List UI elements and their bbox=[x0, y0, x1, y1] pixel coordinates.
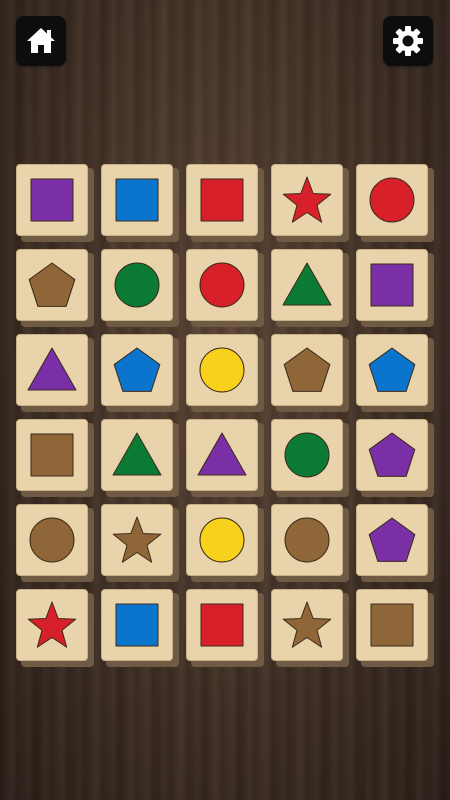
tile-face bbox=[16, 589, 88, 661]
tile-face bbox=[356, 504, 428, 576]
tile-face bbox=[101, 334, 173, 406]
pentagon-icon bbox=[368, 432, 416, 477]
circle-icon bbox=[284, 517, 330, 563]
tile-face bbox=[186, 164, 258, 236]
tile-brown-star[interactable] bbox=[271, 589, 349, 667]
circle-icon bbox=[114, 262, 160, 308]
tile-face bbox=[356, 334, 428, 406]
tile-face bbox=[356, 164, 428, 236]
tile-face bbox=[101, 589, 173, 661]
tile-green-triangle[interactable] bbox=[101, 419, 179, 497]
tile-face bbox=[101, 419, 173, 491]
tile-blue-pentagon[interactable] bbox=[356, 334, 434, 412]
tile-face bbox=[16, 504, 88, 576]
square-icon bbox=[200, 178, 244, 222]
tile-face bbox=[16, 334, 88, 406]
tile-face bbox=[356, 249, 428, 321]
tile-face bbox=[16, 164, 88, 236]
tile-red-circle[interactable] bbox=[356, 164, 434, 242]
tile-red-square[interactable] bbox=[186, 589, 264, 667]
tile-board bbox=[16, 164, 436, 669]
tile-red-circle[interactable] bbox=[186, 249, 264, 327]
tile-green-triangle[interactable] bbox=[271, 249, 349, 327]
tile-face bbox=[186, 504, 258, 576]
pentagon-icon bbox=[28, 262, 76, 307]
gear-icon bbox=[393, 26, 423, 56]
tile-face bbox=[16, 419, 88, 491]
pentagon-icon bbox=[368, 517, 416, 562]
tile-face bbox=[101, 249, 173, 321]
home-icon bbox=[27, 28, 55, 53]
circle-icon bbox=[199, 347, 245, 393]
tile-face bbox=[356, 419, 428, 491]
pentagon-icon bbox=[368, 347, 416, 392]
circle-icon bbox=[29, 517, 75, 563]
tile-face bbox=[271, 164, 343, 236]
tile-brown-pentagon[interactable] bbox=[16, 249, 94, 327]
tile-face bbox=[16, 249, 88, 321]
tile-purple-triangle[interactable] bbox=[16, 334, 94, 412]
tile-face bbox=[271, 589, 343, 661]
square-icon bbox=[30, 433, 74, 477]
triangle-icon bbox=[27, 347, 77, 391]
tile-brown-square[interactable] bbox=[356, 589, 434, 667]
tile-purple-square[interactable] bbox=[16, 164, 94, 242]
tile-yellow-circle[interactable] bbox=[186, 334, 264, 412]
tile-brown-star[interactable] bbox=[101, 504, 179, 582]
tile-face bbox=[186, 249, 258, 321]
star-icon bbox=[112, 516, 162, 563]
tile-face bbox=[356, 589, 428, 661]
tile-face bbox=[271, 504, 343, 576]
star-icon bbox=[282, 176, 332, 223]
tile-green-circle[interactable] bbox=[271, 419, 349, 497]
home-button[interactable] bbox=[16, 16, 66, 66]
pentagon-icon bbox=[283, 347, 331, 392]
tile-brown-square[interactable] bbox=[16, 419, 94, 497]
settings-button[interactable] bbox=[383, 16, 433, 66]
square-icon bbox=[115, 178, 159, 222]
square-icon bbox=[200, 603, 244, 647]
tile-red-star[interactable] bbox=[16, 589, 94, 667]
pentagon-icon bbox=[113, 347, 161, 392]
tile-purple-pentagon[interactable] bbox=[356, 419, 434, 497]
tile-face bbox=[186, 419, 258, 491]
tile-green-circle[interactable] bbox=[101, 249, 179, 327]
tile-blue-pentagon[interactable] bbox=[101, 334, 179, 412]
tile-brown-circle[interactable] bbox=[271, 504, 349, 582]
circle-icon bbox=[199, 262, 245, 308]
tile-red-square[interactable] bbox=[186, 164, 264, 242]
tile-purple-pentagon[interactable] bbox=[356, 504, 434, 582]
tile-face bbox=[186, 334, 258, 406]
tile-brown-circle[interactable] bbox=[16, 504, 94, 582]
tile-yellow-circle[interactable] bbox=[186, 504, 264, 582]
tile-face bbox=[271, 334, 343, 406]
triangle-icon bbox=[282, 262, 332, 306]
square-icon bbox=[370, 603, 414, 647]
triangle-icon bbox=[112, 432, 162, 476]
square-icon bbox=[370, 263, 414, 307]
tile-brown-pentagon[interactable] bbox=[271, 334, 349, 412]
circle-icon bbox=[369, 177, 415, 223]
circle-icon bbox=[284, 432, 330, 478]
triangle-icon bbox=[197, 432, 247, 476]
tile-blue-square[interactable] bbox=[101, 164, 179, 242]
tile-face bbox=[271, 419, 343, 491]
tile-blue-square[interactable] bbox=[101, 589, 179, 667]
tile-face bbox=[186, 589, 258, 661]
star-icon bbox=[282, 601, 332, 648]
square-icon bbox=[115, 603, 159, 647]
tile-red-star[interactable] bbox=[271, 164, 349, 242]
tile-face bbox=[101, 164, 173, 236]
tile-purple-square[interactable] bbox=[356, 249, 434, 327]
tile-face bbox=[101, 504, 173, 576]
tile-face bbox=[271, 249, 343, 321]
star-icon bbox=[27, 601, 77, 648]
tile-purple-triangle[interactable] bbox=[186, 419, 264, 497]
circle-icon bbox=[199, 517, 245, 563]
square-icon bbox=[30, 178, 74, 222]
